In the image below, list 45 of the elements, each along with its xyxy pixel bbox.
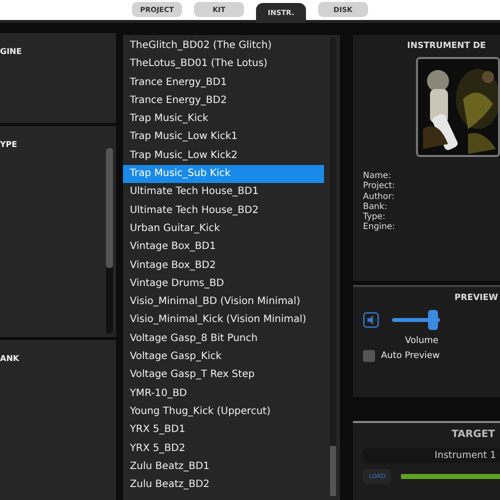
field-label: Engine: (363, 222, 396, 233)
checkbox-label: Auto Preview (381, 351, 440, 361)
list-item[interactable]: Vintage Box_BD2 (122, 256, 324, 275)
list-item[interactable]: Vintage Box_BD1 (122, 238, 324, 257)
panel-title: INSTRUMENT DE (406, 41, 487, 51)
list-item[interactable]: YRX 5_BD1 (122, 421, 324, 440)
list-item[interactable]: TheLotus_BD01 (The Lotus) (122, 55, 324, 74)
section-title: GINE (0, 47, 22, 56)
panel-title: PREVIEW (453, 293, 499, 303)
list-item[interactable]: Ultimate Tech House_BD2 (122, 202, 324, 220)
list-item[interactable]: Ultimate Tech House_BD1 (122, 183, 324, 202)
section-title: YPE (0, 140, 18, 149)
slider-thumb[interactable] (428, 310, 438, 330)
list-item[interactable]: Trap Music_Kick (122, 110, 324, 128)
field-label: Type: (363, 212, 386, 222)
slider-label: Volume (405, 336, 440, 346)
list-item[interactable]: Trap Music_Low Kick1 (122, 128, 324, 147)
list-item[interactable]: Visio_Minimal_Kick (Vision Minimal) (122, 311, 324, 330)
list-item[interactable]: Young Thug_Kick (Uppercut) (122, 402, 324, 422)
checkbox[interactable] (363, 350, 375, 362)
list-item[interactable]: Voltage Gasp_Kick (122, 348, 324, 366)
list-item[interactable]: Vintage Drums_BD (122, 274, 324, 294)
target-field[interactable]: Instrument 1 (363, 448, 500, 463)
list-item[interactable]: Voltage Gasp_T Rex Step (122, 366, 324, 385)
list-item[interactable]: Trap Music_Low Kick2 (122, 146, 324, 166)
panel-title: TARGET (450, 429, 496, 440)
list-item[interactable]: Zulu Beatz_BD2 (122, 476, 324, 494)
list-item[interactable]: Trance Energy_BD1 (122, 74, 324, 92)
list-item[interactable]: TheGlitch_BD02 (The Glitch) (122, 37, 324, 56)
list-item[interactable]: Urban Guitar_Kick (122, 220, 324, 238)
scrollbar[interactable] (330, 37, 336, 496)
speaker-icon[interactable] (363, 312, 379, 328)
field-label: Author: (363, 192, 396, 202)
list-item[interactable]: Visio_Minimal_BD (Vision Minimal) (122, 293, 324, 312)
list-item[interactable]: YRX 5_BD2 (122, 440, 324, 458)
section-title: ANK (0, 354, 20, 363)
field-label: Bank: (363, 202, 388, 212)
scrollbar[interactable] (106, 148, 113, 334)
field-label: Project: (363, 181, 396, 192)
list-item[interactable]: Trance Energy_BD2 (122, 92, 324, 110)
list-item[interactable]: Trap Music_Sub Kick (122, 165, 324, 184)
list-item[interactable]: Zulu Beatz_BD1 (122, 458, 324, 476)
list-item[interactable]: Voltage Gasp_8 Bit Punch (122, 330, 324, 348)
list-item[interactable]: YMR-10_BD (122, 384, 324, 403)
field-label: Name: (363, 171, 392, 182)
